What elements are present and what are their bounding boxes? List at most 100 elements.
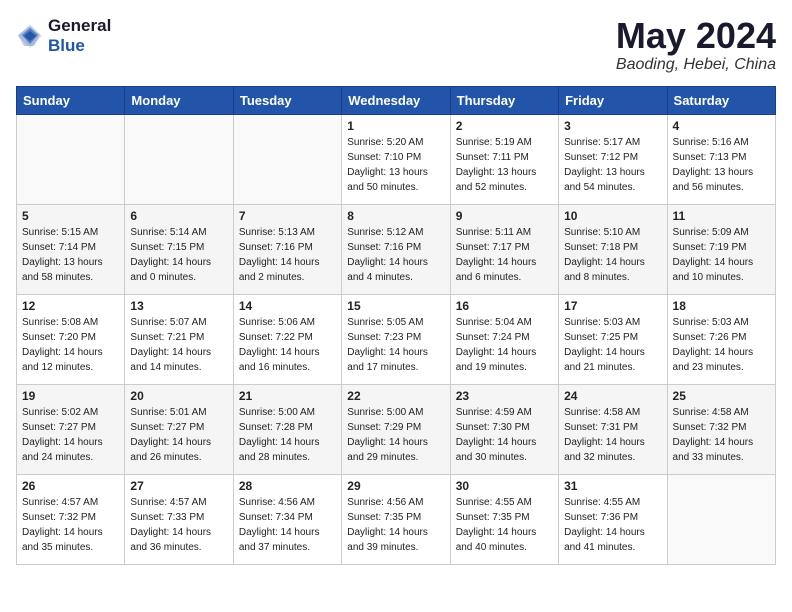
- day-cell: [125, 114, 233, 204]
- day-info: Sunrise: 5:05 AMSunset: 7:23 PMDaylight:…: [347, 315, 444, 375]
- day-cell: 18 Sunrise: 5:03 AMSunset: 7:26 PMDayligh…: [667, 294, 775, 384]
- day-number: 13: [130, 299, 227, 313]
- day-cell: 13 Sunrise: 5:07 AMSunset: 7:21 PMDayligh…: [125, 294, 233, 384]
- day-number: 22: [347, 389, 444, 403]
- header-row: SundayMondayTuesdayWednesdayThursdayFrid…: [17, 86, 776, 114]
- day-number: 4: [673, 119, 770, 133]
- day-cell: 25Sunrise: 4:58 AMSunset: 7:32 PMDayligh…: [667, 384, 775, 474]
- day-info: Sunrise: 5:08 AMSunset: 7:20 PMDaylight:…: [22, 315, 119, 375]
- day-number: 1: [347, 119, 444, 133]
- day-info: Sunrise: 5:15 AMSunset: 7:14 PMDaylight:…: [22, 225, 119, 285]
- day-cell: 28Sunrise: 4:56 AMSunset: 7:34 PMDayligh…: [233, 474, 341, 564]
- logo-blue: Blue: [48, 36, 111, 56]
- day-number: 14: [239, 299, 336, 313]
- day-info: Sunrise: 5:10 AMSunset: 7:18 PMDaylight:…: [564, 225, 661, 285]
- logo: General Blue: [16, 16, 111, 55]
- day-cell: [17, 114, 125, 204]
- day-number: 18: [673, 299, 770, 313]
- day-info: Sunrise: 5:16 AMSunset: 7:13 PMDaylight:…: [673, 135, 770, 195]
- day-cell: 26 Sunrise: 4:57 AMSunset: 7:32 PMDayligh…: [17, 474, 125, 564]
- day-info: Sunrise: 5:19 AMSunset: 7:11 PMDaylight:…: [456, 135, 553, 195]
- day-info: Sunrise: 4:57 AMSunset: 7:33 PMDaylight:…: [130, 495, 227, 555]
- day-number: 10: [564, 209, 661, 223]
- day-info: Sunrise: 5:13 AMSunset: 7:16 PMDaylight:…: [239, 225, 336, 285]
- logo-text: General Blue: [48, 16, 111, 55]
- day-cell: 17 Sunrise: 5:03 AMSunset: 7:25 PMDayligh…: [559, 294, 667, 384]
- day-info: Sunrise: 5:00 AMSunset: 7:28 PMDaylight:…: [239, 405, 336, 465]
- day-cell: [233, 114, 341, 204]
- day-cell: 4 Sunrise: 5:16 AMSunset: 7:13 PMDaylight…: [667, 114, 775, 204]
- day-cell: 19 Sunrise: 5:02 AMSunset: 7:27 PMDayligh…: [17, 384, 125, 474]
- day-info: Sunrise: 4:56 AMSunset: 7:35 PMDaylight:…: [347, 495, 444, 555]
- day-cell: 12 Sunrise: 5:08 AMSunset: 7:20 PMDayligh…: [17, 294, 125, 384]
- day-number: 8: [347, 209, 444, 223]
- day-number: 12: [22, 299, 119, 313]
- day-info: Sunrise: 5:01 AMSunset: 7:27 PMDaylight:…: [130, 405, 227, 465]
- day-cell: 30Sunrise: 4:55 AMSunset: 7:35 PMDayligh…: [450, 474, 558, 564]
- title-block: May 2024 Baoding, Hebei, China: [616, 16, 776, 74]
- day-number: 19: [22, 389, 119, 403]
- day-cell: 16Sunrise: 5:04 AMSunset: 7:24 PMDayligh…: [450, 294, 558, 384]
- day-info: Sunrise: 5:00 AMSunset: 7:29 PMDaylight:…: [347, 405, 444, 465]
- day-info: Sunrise: 5:09 AMSunset: 7:19 PMDaylight:…: [673, 225, 770, 285]
- day-cell: 8Sunrise: 5:12 AMSunset: 7:16 PMDaylight…: [342, 204, 450, 294]
- calendar-table: SundayMondayTuesdayWednesdayThursdayFrid…: [16, 86, 776, 565]
- day-number: 21: [239, 389, 336, 403]
- day-info: Sunrise: 5:03 AMSunset: 7:25 PMDaylight:…: [564, 315, 661, 375]
- day-cell: 27Sunrise: 4:57 AMSunset: 7:33 PMDayligh…: [125, 474, 233, 564]
- header-thursday: Thursday: [450, 86, 558, 114]
- day-info: Sunrise: 5:11 AMSunset: 7:17 PMDaylight:…: [456, 225, 553, 285]
- day-cell: 9Sunrise: 5:11 AMSunset: 7:17 PMDaylight…: [450, 204, 558, 294]
- day-info: Sunrise: 5:07 AMSunset: 7:21 PMDaylight:…: [130, 315, 227, 375]
- day-cell: 7 Sunrise: 5:13 AMSunset: 7:16 PMDaylight…: [233, 204, 341, 294]
- day-cell: 10 Sunrise: 5:10 AMSunset: 7:18 PMDayligh…: [559, 204, 667, 294]
- header-friday: Friday: [559, 86, 667, 114]
- day-number: 29: [347, 479, 444, 493]
- calendar-title: May 2024: [616, 16, 776, 56]
- week-row-2: 5Sunrise: 5:15 AMSunset: 7:14 PMDaylight…: [17, 204, 776, 294]
- day-cell: 31Sunrise: 4:55 AMSunset: 7:36 PMDayligh…: [559, 474, 667, 564]
- day-info: Sunrise: 5:02 AMSunset: 7:27 PMDaylight:…: [22, 405, 119, 465]
- logo-icon: [16, 22, 44, 50]
- day-number: 6: [130, 209, 227, 223]
- day-number: 7: [239, 209, 336, 223]
- day-cell: 1 Sunrise: 5:20 AMSunset: 7:10 PMDaylight…: [342, 114, 450, 204]
- calendar-header: SundayMondayTuesdayWednesdayThursdayFrid…: [17, 86, 776, 114]
- day-cell: 3Sunrise: 5:17 AMSunset: 7:12 PMDaylight…: [559, 114, 667, 204]
- day-number: 16: [456, 299, 553, 313]
- day-cell: 11Sunrise: 5:09 AMSunset: 7:19 PMDayligh…: [667, 204, 775, 294]
- day-cell: 20 Sunrise: 5:01 AMSunset: 7:27 PMDayligh…: [125, 384, 233, 474]
- day-cell: 21 Sunrise: 5:00 AMSunset: 7:28 PMDayligh…: [233, 384, 341, 474]
- day-number: 31: [564, 479, 661, 493]
- day-info: Sunrise: 5:14 AMSunset: 7:15 PMDaylight:…: [130, 225, 227, 285]
- day-info: Sunrise: 4:58 AMSunset: 7:31 PMDaylight:…: [564, 405, 661, 465]
- header-saturday: Saturday: [667, 86, 775, 114]
- header-sunday: Sunday: [17, 86, 125, 114]
- day-info: Sunrise: 5:03 AMSunset: 7:26 PMDaylight:…: [673, 315, 770, 375]
- logo-general: General: [48, 16, 111, 36]
- day-number: 17: [564, 299, 661, 313]
- page-header: General Blue May 2024 Baoding, Hebei, Ch…: [16, 16, 776, 74]
- day-cell: [667, 474, 775, 564]
- week-row-1: 1 Sunrise: 5:20 AMSunset: 7:10 PMDaylight…: [17, 114, 776, 204]
- day-info: Sunrise: 5:20 AMSunset: 7:10 PMDaylight:…: [347, 135, 444, 195]
- day-info: Sunrise: 4:59 AMSunset: 7:30 PMDaylight:…: [456, 405, 553, 465]
- day-number: 20: [130, 389, 227, 403]
- day-cell: 6 Sunrise: 5:14 AMSunset: 7:15 PMDaylight…: [125, 204, 233, 294]
- day-info: Sunrise: 5:17 AMSunset: 7:12 PMDaylight:…: [564, 135, 661, 195]
- day-cell: 24 Sunrise: 4:58 AMSunset: 7:31 PMDayligh…: [559, 384, 667, 474]
- day-number: 28: [239, 479, 336, 493]
- day-cell: 14Sunrise: 5:06 AMSunset: 7:22 PMDayligh…: [233, 294, 341, 384]
- day-info: Sunrise: 4:58 AMSunset: 7:32 PMDaylight:…: [673, 405, 770, 465]
- day-number: 30: [456, 479, 553, 493]
- header-monday: Monday: [125, 86, 233, 114]
- header-wednesday: Wednesday: [342, 86, 450, 114]
- day-number: 24: [564, 389, 661, 403]
- day-info: Sunrise: 4:57 AMSunset: 7:32 PMDaylight:…: [22, 495, 119, 555]
- day-number: 15: [347, 299, 444, 313]
- week-row-4: 19 Sunrise: 5:02 AMSunset: 7:27 PMDayligh…: [17, 384, 776, 474]
- day-cell: 2Sunrise: 5:19 AMSunset: 7:11 PMDaylight…: [450, 114, 558, 204]
- week-row-3: 12 Sunrise: 5:08 AMSunset: 7:20 PMDayligh…: [17, 294, 776, 384]
- day-cell: 29 Sunrise: 4:56 AMSunset: 7:35 PMDayligh…: [342, 474, 450, 564]
- day-number: 26: [22, 479, 119, 493]
